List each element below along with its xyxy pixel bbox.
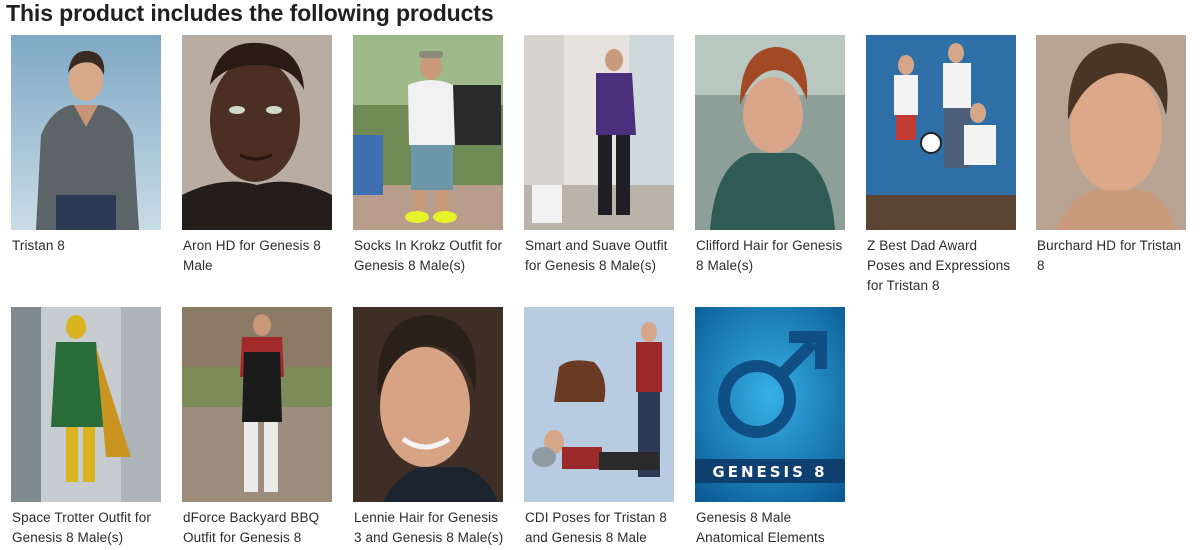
product-title[interactable]: Aron HD for Genesis 8 Male <box>182 236 334 276</box>
product-thumbnail[interactable] <box>182 307 332 502</box>
product-card-lennie-hair[interactable]: Lennie Hair for Genesis 3 and Genesis 8 … <box>353 307 504 548</box>
product-card-clifford-hair[interactable]: Clifford Hair for Genesis 8 Male(s) <box>695 35 846 276</box>
product-title[interactable]: Smart and Suave Outfit for Genesis 8 Mal… <box>524 236 676 276</box>
product-title[interactable]: Lennie Hair for Genesis 3 and Genesis 8 … <box>353 508 505 548</box>
product-thumbnail[interactable] <box>866 35 1016 230</box>
product-thumbnail[interactable] <box>11 35 161 230</box>
product-thumbnail[interactable] <box>695 35 845 230</box>
product-card-aron-hd[interactable]: Aron HD for Genesis 8 Male <box>182 35 333 276</box>
product-card-cdi-poses[interactable]: CDI Poses for Tristan 8 and Genesis 8 Ma… <box>524 307 675 548</box>
product-thumbnail[interactable] <box>524 35 674 230</box>
product-title[interactable]: Clifford Hair for Genesis 8 Male(s) <box>695 236 847 276</box>
product-thumbnail[interactable] <box>1036 35 1186 230</box>
genesis-8-logo-text: GENESIS 8 <box>712 463 827 481</box>
product-thumbnail[interactable]: GENESIS 8 <box>695 307 845 502</box>
product-thumbnail[interactable] <box>182 35 332 230</box>
product-title[interactable]: dForce Backyard BBQ Outfit for Genesis 8 <box>182 508 334 548</box>
product-title[interactable]: Z Best Dad Award Poses and Expressions f… <box>866 236 1018 296</box>
product-title[interactable]: Socks In Krokz Outfit for Genesis 8 Male… <box>353 236 505 276</box>
product-thumbnail[interactable] <box>353 307 503 502</box>
product-thumbnail[interactable] <box>353 35 503 230</box>
product-card-smart-and-suave[interactable]: Smart and Suave Outfit for Genesis 8 Mal… <box>524 35 675 276</box>
product-thumbnail[interactable] <box>11 307 161 502</box>
product-card-tristan-8[interactable]: Tristan 8 <box>11 35 162 256</box>
product-card-backyard-bbq[interactable]: dForce Backyard BBQ Outfit for Genesis 8 <box>182 307 333 548</box>
product-card-genesis-8-anatomical[interactable]: GENESIS 8 Genesis 8 Male Anatomical Elem… <box>695 307 846 548</box>
product-card-burchard-hd[interactable]: Burchard HD for Tristan 8 <box>1036 35 1187 276</box>
product-thumbnail[interactable] <box>524 307 674 502</box>
product-title[interactable]: Burchard HD for Tristan 8 <box>1036 236 1188 276</box>
product-title[interactable]: Tristan 8 <box>11 236 163 256</box>
product-title[interactable]: Space Trotter Outfit for Genesis 8 Male(… <box>11 508 163 548</box>
product-card-best-dad-award[interactable]: Z Best Dad Award Poses and Expressions f… <box>866 35 1017 296</box>
product-title[interactable]: Genesis 8 Male Anatomical Elements <box>695 508 847 548</box>
product-card-socks-in-krokz[interactable]: Socks In Krokz Outfit for Genesis 8 Male… <box>353 35 504 276</box>
product-card-space-trotter[interactable]: Space Trotter Outfit for Genesis 8 Male(… <box>11 307 162 548</box>
product-title[interactable]: CDI Poses for Tristan 8 and Genesis 8 Ma… <box>524 508 676 548</box>
section-heading: This product includes the following prod… <box>6 0 494 26</box>
